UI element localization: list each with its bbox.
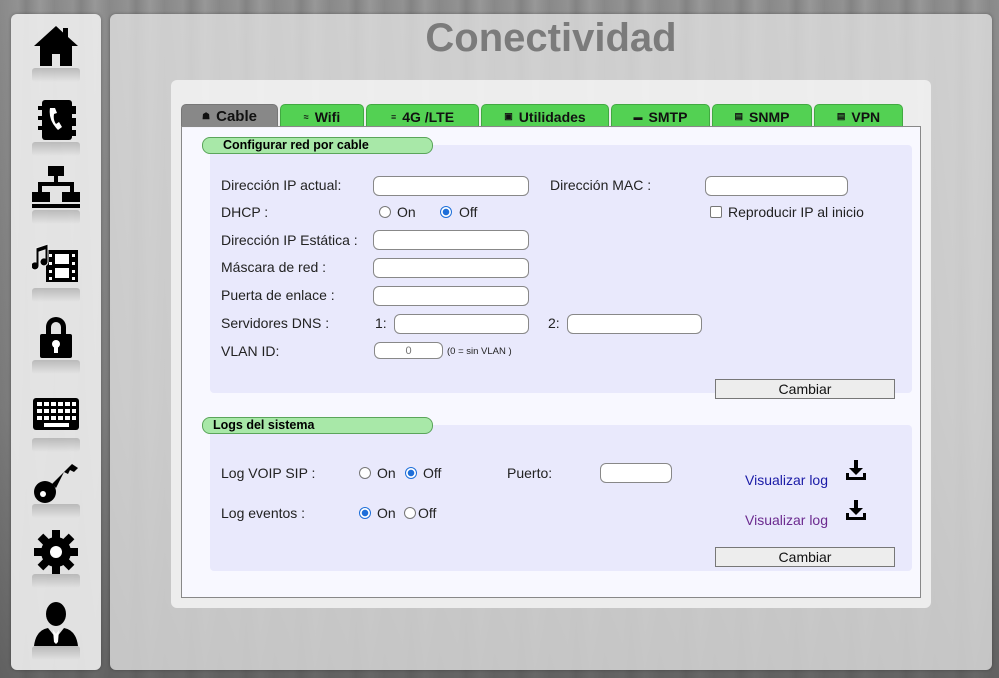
- download-icon[interactable]: [845, 459, 867, 481]
- sidebar-item-home[interactable]: [27, 22, 85, 82]
- vlan-field[interactable]: [374, 342, 443, 359]
- mail-icon: ▬: [633, 111, 643, 122]
- sidebar-item-network[interactable]: [27, 164, 85, 224]
- tab-utilidades[interactable]: ▣ Utilidades: [481, 104, 609, 128]
- puerto-label: Puerto:: [507, 465, 553, 481]
- reproducir-ip-label: Reproducir IP al inicio: [728, 204, 864, 220]
- voip-on-label: On: [377, 465, 396, 481]
- ethernet-icon: ☗: [202, 111, 211, 121]
- eventos-off-radio[interactable]: [404, 507, 416, 519]
- vlan-label: VLAN ID:: [221, 343, 280, 359]
- mascara-label: Máscara de red :: [221, 259, 327, 275]
- tab-label: SMTP: [648, 108, 688, 125]
- network-icon: [32, 166, 80, 208]
- ip-estatica-label: Dirección IP Estática :: [221, 232, 358, 248]
- media-icon: [32, 243, 78, 282]
- tab-bar: ☗ Cable ≈ Wifi ≡ 4G /LTE ▣ Utilidades ▬ SMTP …: [181, 104, 905, 128]
- document-icon: ▤: [836, 111, 846, 121]
- tab-label: Cable: [216, 108, 257, 125]
- sidebar-item-key[interactable]: [27, 458, 85, 518]
- connectivity-panel: ☗ Cable ≈ Wifi ≡ 4G /LTE ▣ Utilidades ▬ SMTP …: [171, 80, 931, 608]
- phonebook-icon: [38, 100, 76, 140]
- view-log-voip-link[interactable]: Visualizar log: [745, 472, 828, 488]
- mac-label: Dirección MAC :: [550, 177, 652, 193]
- tab-vpn[interactable]: ▤ VPN: [814, 104, 903, 128]
- view-log-eventos-link[interactable]: Visualizar log: [745, 512, 828, 528]
- sidebar-item-phonebook[interactable]: [27, 96, 85, 156]
- dhcp-on-radio[interactable]: [379, 206, 391, 218]
- mac-field[interactable]: [705, 176, 848, 196]
- puerta-enlace-field[interactable]: [373, 286, 529, 306]
- tools-icon: ▣: [504, 111, 513, 121]
- log-voip-label: Log VOIP SIP :: [221, 465, 316, 481]
- voip-off-radio[interactable]: [405, 467, 417, 479]
- sidebar-item-media[interactable]: [27, 242, 85, 302]
- dhcp-off-radio[interactable]: [440, 206, 452, 218]
- signal-icon: ≡: [390, 111, 397, 122]
- page-title: Conectividad: [425, 16, 677, 60]
- log-eventos-label: Log eventos :: [221, 505, 306, 521]
- tab-snmp[interactable]: ▤ SNMP: [712, 104, 812, 128]
- ip-actual-field[interactable]: [373, 176, 529, 196]
- dns2-label: 2:: [548, 315, 560, 331]
- puerta-enlace-label: Puerta de enlace :: [221, 287, 335, 303]
- puerto-field[interactable]: [600, 463, 672, 483]
- tab-smtp[interactable]: ▬ SMTP: [611, 104, 710, 128]
- sidebar: [11, 14, 101, 670]
- section-title-cable: Configurar red por cable: [202, 137, 433, 154]
- vlan-hint: (0 = sin VLAN ): [447, 346, 512, 357]
- lock-icon: [40, 317, 72, 358]
- key-icon: [34, 464, 78, 503]
- wifi-icon: ≈: [303, 111, 309, 122]
- mascara-field[interactable]: [373, 258, 529, 278]
- voip-on-radio[interactable]: [359, 467, 371, 479]
- gear-icon: [34, 530, 78, 574]
- tab-cable[interactable]: ☗ Cable: [181, 104, 278, 128]
- download-icon[interactable]: [845, 499, 867, 521]
- dns2-field[interactable]: [567, 314, 702, 334]
- eventos-on-radio[interactable]: [359, 507, 371, 519]
- home-icon: [34, 26, 78, 66]
- keyboard-icon: [33, 398, 79, 430]
- reproducir-ip-checkbox[interactable]: [710, 206, 722, 218]
- ip-actual-label: Dirección IP actual:: [221, 177, 342, 193]
- tab-label: Utilidades: [518, 108, 586, 125]
- voip-off-label: Off: [423, 465, 442, 481]
- sidebar-item-lock[interactable]: [27, 314, 85, 374]
- tab-4g-lte[interactable]: ≡ 4G /LTE: [366, 104, 479, 128]
- main-content: Conectividad ☗ Cable ≈ Wifi ≡ 4G /LTE ▣ Util…: [110, 14, 992, 670]
- sidebar-item-user[interactable]: [27, 600, 85, 660]
- tab-label: SNMP: [749, 108, 790, 125]
- dhcp-label: DHCP :: [221, 204, 269, 220]
- eventos-on-label: On: [377, 505, 396, 521]
- tab-label: VPN: [851, 108, 881, 125]
- dhcp-on-label: On: [397, 204, 416, 220]
- dns1-field[interactable]: [394, 314, 529, 334]
- dns-label: Servidores DNS :: [221, 315, 330, 331]
- sidebar-item-keyboard[interactable]: [27, 392, 85, 452]
- section-title-logs: Logs del sistema: [202, 417, 433, 434]
- dns1-label: 1:: [375, 315, 387, 331]
- document-icon: ▤: [734, 111, 744, 121]
- tab-label: 4G /LTE: [402, 108, 455, 125]
- eventos-off-label: Off: [418, 505, 437, 521]
- cambiar-logs-button[interactable]: Cambiar: [715, 547, 895, 567]
- cambiar-cable-button[interactable]: Cambiar: [715, 379, 895, 399]
- user-icon: [34, 602, 78, 646]
- ip-estatica-field[interactable]: [373, 230, 529, 250]
- dhcp-off-label: Off: [459, 204, 478, 220]
- sidebar-item-settings[interactable]: [27, 528, 85, 588]
- tab-content-cable: Configurar red por cable Dirección IP ac…: [181, 126, 921, 598]
- tab-wifi[interactable]: ≈ Wifi: [280, 104, 364, 128]
- tab-label: Wifi: [314, 108, 341, 125]
